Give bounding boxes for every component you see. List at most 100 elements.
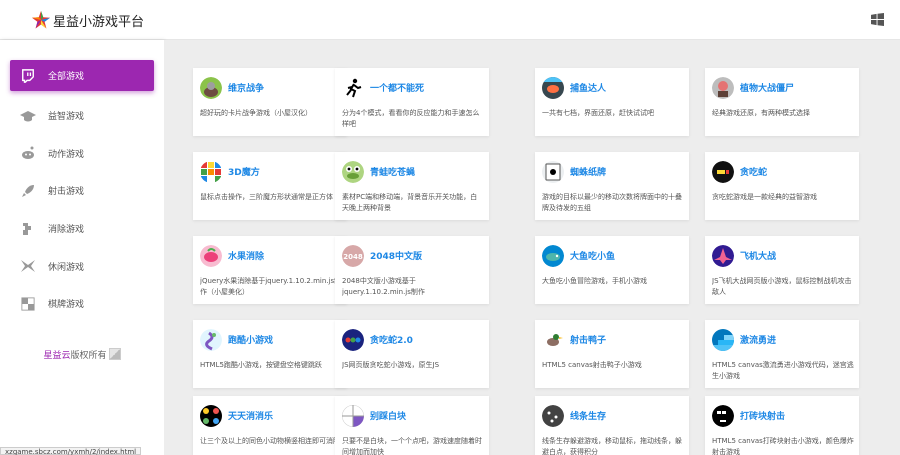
game-title[interactable]: 别踩白块	[370, 409, 406, 422]
game-description: HTML5 canvas打砖块射击小游戏，颜色爆炸射击游戏	[712, 437, 854, 455]
game-description: 经典游戏还原，有两种模式选择	[712, 109, 810, 117]
2048-icon: 2048	[342, 245, 364, 267]
status-url: xzgame.sbcz.com/yxmh/2/index.html	[0, 447, 142, 455]
graduation-cap-icon	[20, 108, 36, 124]
copyright-text: 版权所有	[70, 351, 107, 361]
dots-icon	[342, 329, 364, 351]
game-description: 线条生存躲避游戏，移动鼠标，拖动线条，躲避白点，获得积分	[542, 437, 682, 455]
sidebar-item-label: 益智游戏	[48, 112, 85, 123]
game-description: 2048中文版小游戏基于jquery.1.10.2.min.js制作	[342, 277, 425, 296]
game-title[interactable]: 天天消消乐	[228, 409, 273, 422]
top-bar: 星益小游戏平台	[0, 0, 900, 40]
game-description: JS网页版贪吃蛇小游戏，原生JS	[342, 361, 440, 369]
game-card[interactable]: 植物大战僵尸经典游戏还原，有两种模式选择	[705, 68, 859, 136]
game-title[interactable]: 维京战争	[228, 81, 264, 94]
chessboard-icon	[20, 296, 36, 312]
game-card[interactable]: 3D魔方鼠标点击操作，三阶魔方形状通常是正方体	[193, 152, 347, 220]
game-title[interactable]: 贪吃蛇	[740, 165, 767, 178]
bow-tie-icon	[20, 258, 36, 274]
sidebar-item-label: 射击游戏	[48, 187, 85, 198]
sidebar-item-1[interactable]: 全部游戏	[10, 60, 154, 91]
sidebar-item-label: 全部游戏	[48, 72, 85, 82]
sidebar-item-2[interactable]: 益智游戏	[0, 97, 164, 135]
sidebar: 全部游戏益智游戏动作游戏射击游戏消除游戏休闲游戏棋牌游戏 星益云版权所有	[0, 40, 164, 455]
app-title: 星益小游戏平台	[53, 15, 145, 30]
game-card[interactable]: 2048 2048中文版 2048中文版小游戏基于jquery.1.10.2.min…	[335, 236, 489, 304]
game-card[interactable]: 线条生存线条生存躲避游戏，移动鼠标，拖动线条，躲避白点，获得积分	[535, 396, 689, 455]
game-card[interactable]: 贪吃蛇2.0 JS网页版贪吃蛇小游戏，原生JS	[335, 320, 489, 388]
game-card[interactable]: 维京战争超好玩的卡片战争游戏（小屋汉化）	[193, 68, 347, 136]
game-title[interactable]: 贪吃蛇2.0	[370, 333, 413, 346]
game-card[interactable]: 射击鸭子 HTML5 canvas射击鸭子小游戏	[535, 320, 689, 388]
game-description: 素材PC端和移动端，背景音乐开关功能，白天晚上两种背景	[342, 193, 478, 212]
game-title[interactable]: 3D魔方	[228, 165, 260, 178]
sidebar-item-6[interactable]: 休闲游戏	[0, 247, 164, 285]
sidebar-item-label: 消除游戏	[48, 225, 85, 236]
game-title[interactable]: 打砖块射击	[740, 409, 785, 422]
game-card[interactable]: 捕鱼达人一共有七档，界面还原，赶快试试吧	[535, 68, 689, 136]
game-title[interactable]: 水果消除	[228, 249, 264, 262]
spider-cards-icon	[542, 161, 564, 183]
sidebar-item-label: 棋牌游戏	[48, 300, 85, 311]
windows-icon[interactable]	[871, 13, 884, 26]
reddit-icon	[20, 145, 36, 161]
white-tile-icon	[342, 405, 364, 427]
game-title[interactable]: 射击鸭子	[570, 333, 606, 346]
game-description: 鼠标点击操作，三阶魔方形状通常是正方体	[200, 193, 333, 201]
sidebar-item-5[interactable]: 消除游戏	[0, 210, 164, 248]
game-title[interactable]: 激流勇进	[740, 333, 776, 346]
puzzle-icon	[20, 221, 36, 237]
game-card[interactable]: 蜘蛛纸牌 游戏的目标以最少的移动次数将牌面中的十叠牌及待发的五组	[535, 152, 689, 220]
star-logo-icon	[32, 11, 50, 29]
game-card[interactable]: 跑酷小游戏 HTML5跑酷小游戏，按键盘空格键跳跃	[193, 320, 347, 388]
game-card[interactable]: 打砖块射击 HTML5 canvas打砖块射击小游戏，颜色爆炸射击游戏	[705, 396, 859, 455]
duck-icon	[542, 329, 564, 351]
frog-icon	[342, 161, 364, 183]
viking-icon	[200, 77, 222, 99]
game-title[interactable]: 捕鱼达人	[570, 81, 606, 94]
game-description: 一共有七档，界面还原，赶快试试吧	[542, 109, 654, 117]
game-card[interactable]: 别踩白块 只要不是白块，一个个点吧，游戏速度随着时间增加而加快	[335, 396, 489, 455]
game-grid: 维京战争 超好玩的卡片战争游戏（小屋汉化） 一个都不能死 分为4个模式，看看你的反应能…	[164, 40, 900, 455]
sidebar-item-7[interactable]: 棋牌游戏	[0, 285, 164, 323]
game-description: JS飞机大战网页版小游戏，鼠标控制战机攻击敌人	[712, 277, 852, 296]
game-card[interactable]: 贪吃蛇贪吃蛇游戏是一款经典的益智游戏	[705, 152, 859, 220]
parkour-icon	[200, 329, 222, 351]
game-description: HTML5 canvas射击鸭子小游戏	[542, 361, 642, 369]
copyright-link[interactable]: 星益云	[43, 351, 70, 361]
big-fish-icon	[542, 245, 564, 267]
rocket-icon	[20, 183, 36, 199]
game-card[interactable]: 一个都不能死分为4个模式，看看你的反应能力和手速怎么样吧	[335, 68, 489, 136]
game-card[interactable]: 大鱼吃小鱼大鱼吃小鱼冒险游戏，手机小游戏	[535, 236, 689, 304]
game-title[interactable]: 大鱼吃小鱼	[570, 249, 615, 262]
game-card[interactable]: 青蛙吃苍蝇素材PC端和移动端，背景音乐开关功能，白天晚上两种背景	[335, 152, 489, 220]
brick-icon	[712, 405, 734, 427]
fruit-icon	[200, 245, 222, 267]
game-card[interactable]: 天天消消乐让三个及以上的同色小动物横竖相连即可消除	[193, 396, 347, 455]
game-description: 贪吃蛇游戏是一款经典的益智游戏	[712, 193, 817, 201]
fish-icon	[542, 77, 564, 99]
game-title[interactable]: 青蛙吃苍蝇	[370, 165, 415, 178]
game-title[interactable]: 蜘蛛纸牌	[570, 165, 606, 178]
game-description: 超好玩的卡片战争游戏（小屋汉化）	[200, 109, 312, 117]
game-title[interactable]: 一个都不能死	[370, 81, 424, 94]
sidebar-item-3[interactable]: 动作游戏	[0, 135, 164, 173]
game-description: 让三个及以上的同色小动物横竖相连即可消除	[200, 437, 340, 445]
game-title[interactable]: 2048中文版	[370, 249, 422, 262]
game-title[interactable]: 植物大战僵尸	[740, 81, 794, 94]
sidebar-item-label: 休闲游戏	[48, 262, 85, 273]
zombie-icon	[712, 77, 734, 99]
twitch-icon	[20, 68, 36, 84]
game-title[interactable]: 飞机大战	[740, 249, 776, 262]
game-title[interactable]: 跑酷小游戏	[228, 333, 273, 346]
sidebar-nav: 全部游戏益智游戏动作游戏射击游戏消除游戏休闲游戏棋牌游戏	[0, 60, 164, 323]
game-description: 分为4个模式，看看你的反应能力和手速怎么样吧	[342, 109, 480, 128]
sidebar-item-4[interactable]: 射击游戏	[0, 172, 164, 210]
game-description: 大鱼吃小鱼冒险游戏，手机小游戏	[542, 277, 647, 285]
game-card[interactable]: 激流勇进 HTML5 canvas激流勇进小游戏代码，迷宫逃生小游戏	[705, 320, 859, 388]
game-title[interactable]: 线条生存	[570, 409, 606, 422]
game-card[interactable]: 飞机大战 JS飞机大战网页版小游戏，鼠标控制战机攻击敌人	[705, 236, 859, 304]
running-man-icon	[342, 77, 364, 99]
game-description: jQuery水果消除基于jquery.1.10.2.min.js制作（小屋美化）	[200, 277, 342, 296]
game-card[interactable]: 水果消除 jQuery水果消除基于jquery.1.10.2.min.js制作（小…	[193, 236, 347, 304]
